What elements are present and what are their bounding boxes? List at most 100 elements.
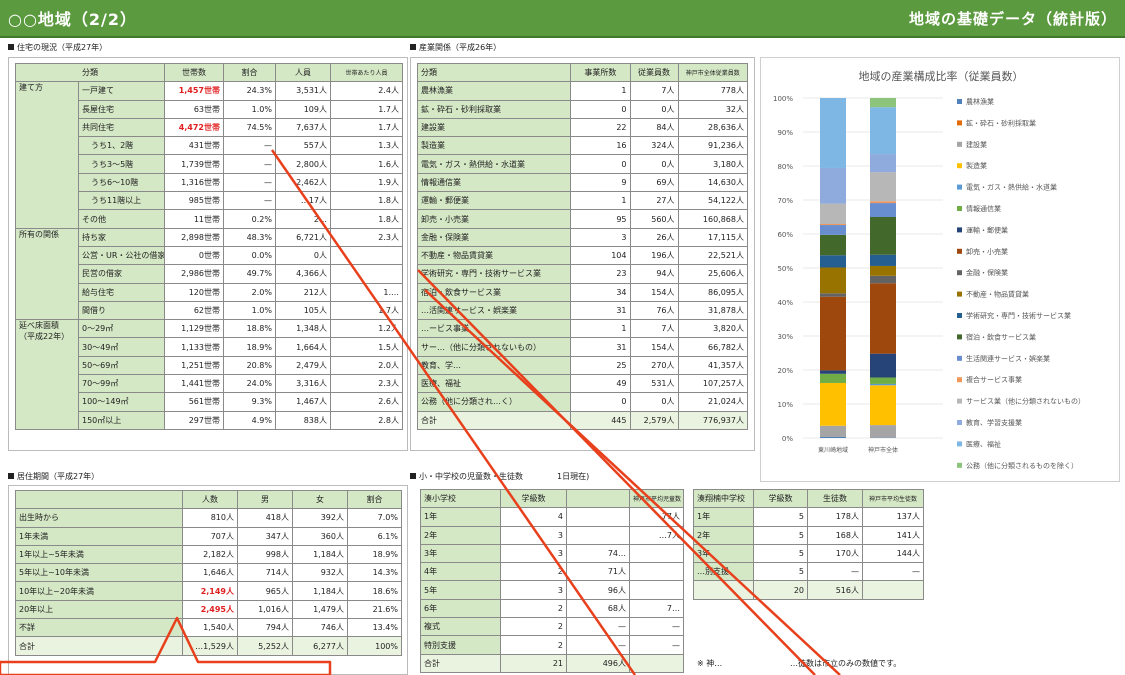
housing-subcategory: 0～29㎡ — [78, 319, 165, 339]
junior-students: 170人 — [807, 543, 863, 564]
housing-households: 62世帯 — [164, 300, 224, 321]
housing-per-household: 2.8人 — [330, 410, 403, 430]
school-section-label: 小・中学校の児童数・生徒数 1日現在) — [410, 471, 589, 482]
elementary-row: 5年 3 96人 — [420, 580, 684, 600]
chart-legend-label: 学術研究・専門・技術サービス業 — [966, 311, 1071, 320]
housing-people: 3,316人 — [275, 374, 331, 394]
housing-col-per: 世帯あたり人員 — [330, 62, 403, 83]
chart-legend-label: 卸売・小売業 — [966, 247, 1008, 256]
industry-establishments: 16 — [570, 136, 631, 156]
housing-ratio: 18.8% — [223, 319, 276, 339]
junior-grade: …別支援 — [693, 562, 754, 582]
elementary-grade: 特別支援 — [420, 635, 501, 655]
residence-col-ratio: 割合 — [347, 489, 402, 510]
housing-per-household: 1.6人 — [330, 154, 403, 174]
housing-people: 2,462人 — [275, 172, 331, 193]
junior-panel: 湊翔楠中学校 学級数 生徒数 神戸市平均生徒数 1年 5 178人 137人 2年 5 16… — [693, 488, 924, 600]
elementary-row: 1年 4 77人 — [420, 507, 684, 527]
elementary-grade: 4年 — [420, 562, 501, 582]
housing-ratio: — — [223, 154, 276, 174]
industry-category: 製造業 — [416, 136, 572, 156]
housing-row: 所有の関係 持ち家 2,898世帯 48.3% 6,721人 2.3人 — [15, 227, 403, 321]
industry-panel: 分類 事業所数 従業員数 神戸市全体従業員数 農林漁業 1 7人 778人 鉱・砕石・砂… — [410, 57, 755, 451]
chart-legend-swatch — [957, 206, 962, 211]
chart-bar-segment — [870, 201, 896, 204]
chart-bar-segment — [870, 275, 896, 284]
industry-row: 運輸・郵便業 1 27人 54,122人 — [416, 191, 749, 211]
chart-legend-label: サービス業（他に分類されないもの） — [966, 397, 1085, 406]
housing-ratio: 24.3% — [223, 81, 276, 101]
residence-row: 5年以上~10年未満 1,646人 714人 932人 14.3% — [15, 563, 402, 583]
chart-legend-label: 教育、学習支援業 — [966, 418, 1022, 427]
elementary-row: 4年 2 71人 — [420, 562, 684, 582]
housing-ratio: 1.0% — [223, 99, 276, 119]
residence-ratio: 18.9% — [347, 544, 402, 565]
industry-employees: 7人 — [629, 81, 679, 101]
chart-bar-segment — [870, 172, 896, 202]
chart-legend-swatch — [957, 355, 962, 361]
housing-panel: 分類 世帯数 割合 人員 世帯あたり人員 建て方 一戸建て 1,457世帯 24.3%… — [8, 57, 408, 451]
residence-people: 707人 — [182, 526, 238, 546]
junior-col-school: 湊翔楠中学校 — [693, 488, 754, 509]
housing-households: 63世帯 — [164, 99, 224, 119]
page-title: ○○地域（2/2） — [8, 10, 138, 29]
housing-per-household: 1.7人 — [330, 99, 403, 119]
housing-per-household: 2.4人 — [330, 81, 403, 101]
housing-people: 2… — [275, 209, 331, 229]
housing-per-household — [330, 264, 403, 284]
elementary-students: 74… — [566, 543, 630, 564]
industry-category: 教育、学… — [416, 355, 572, 376]
elementary-row: 3年 3 74… — [420, 543, 684, 564]
housing-people: 4,366人 — [275, 264, 331, 284]
housing-col-households: 世帯数 — [164, 62, 224, 83]
chart-legend-label: 公務（他に分類されるものを除く） — [966, 461, 1078, 470]
housing-subcategory: 給与住宅 — [78, 282, 165, 302]
elementary-table: 湊小学校 学級数 神戸市平均児童数 1年 4 77人 2年 3 …7人 3年 3 74… 4年 2 7… — [420, 488, 684, 673]
elementary-classes: 4 — [500, 507, 567, 527]
junior-header-row: 湊翔楠中学校 学級数 生徒数 神戸市平均生徒数 — [693, 488, 924, 509]
housing-people: 1,467人 — [275, 392, 331, 412]
residence-people: 2,495人 — [182, 599, 238, 620]
junior-classes: 5 — [753, 543, 808, 564]
industry-kobe-employees: 14,630人 — [677, 172, 749, 193]
elementary-classes: 3 — [500, 580, 567, 600]
elementary-col-classes: 学級数 — [500, 488, 567, 509]
chart-bar-segment — [870, 377, 896, 384]
housing-people: 212人 — [275, 282, 331, 302]
industry-row: 卸売・小売業 95 560人 160,868人 — [416, 209, 749, 229]
elementary-grade: 2年 — [420, 525, 501, 545]
housing-ratio: 18.9% — [223, 337, 276, 357]
chart-bar-segment — [820, 382, 846, 426]
industry-establishments: 1 — [570, 81, 631, 101]
industry-row: 製造業 16 324人 91,236人 — [416, 136, 749, 156]
elementary-total-students: 496人 — [566, 653, 630, 673]
residence-ratio: 18.6% — [347, 581, 402, 601]
junior-students: 178人 — [807, 507, 863, 527]
elementary-kobe-average: — — [629, 635, 684, 655]
junior-col-students: 生徒数 — [807, 488, 863, 509]
elementary-kobe-average — [629, 580, 684, 600]
housing-per-household: 1.3人 — [330, 136, 403, 156]
housing-households: 11世帯 — [164, 209, 224, 229]
industry-row: 電気・ガス・熱供給・水道業 0 0人 3,180人 — [416, 154, 749, 174]
residence-label: 合計 — [15, 636, 183, 656]
chart-legend-label: 電気・ガス・熱供給・水道業 — [966, 183, 1057, 192]
housing-category: 所有の関係 — [15, 227, 79, 321]
chart-legend-label: 不動産・物品賃貸業 — [966, 290, 1029, 299]
square-bullet-icon — [8, 473, 14, 479]
housing-ratio: 9.3% — [223, 392, 276, 412]
industry-row: 情報通信業 9 69人 14,630人 — [416, 172, 749, 193]
junior-col-kobe-average: 神戸市平均生徒数 — [862, 488, 924, 509]
chart-legend-label: 鉱・砕石・砂利採取業 — [966, 118, 1036, 127]
elementary-classes: 2 — [500, 635, 567, 655]
elementary-kobe-average — [629, 543, 684, 564]
chart-y-tick-label: 20% — [777, 367, 793, 375]
industry-row: 教育、学… 25 270人 41,357人 — [416, 355, 749, 376]
page-header: ○○地域（2/2） 地域の基礎データ（統計版） — [0, 0, 1125, 38]
industry-kobe-employees: 160,868人 — [677, 209, 749, 229]
chart-legend-label: 運輸・郵便業 — [966, 225, 1008, 234]
junior-total-classes: 20 — [753, 580, 808, 600]
elementary-grade: 5年 — [420, 580, 501, 600]
housing-per-household: 1.5人 — [330, 337, 403, 357]
residence-people: …1,529人 — [182, 636, 238, 656]
